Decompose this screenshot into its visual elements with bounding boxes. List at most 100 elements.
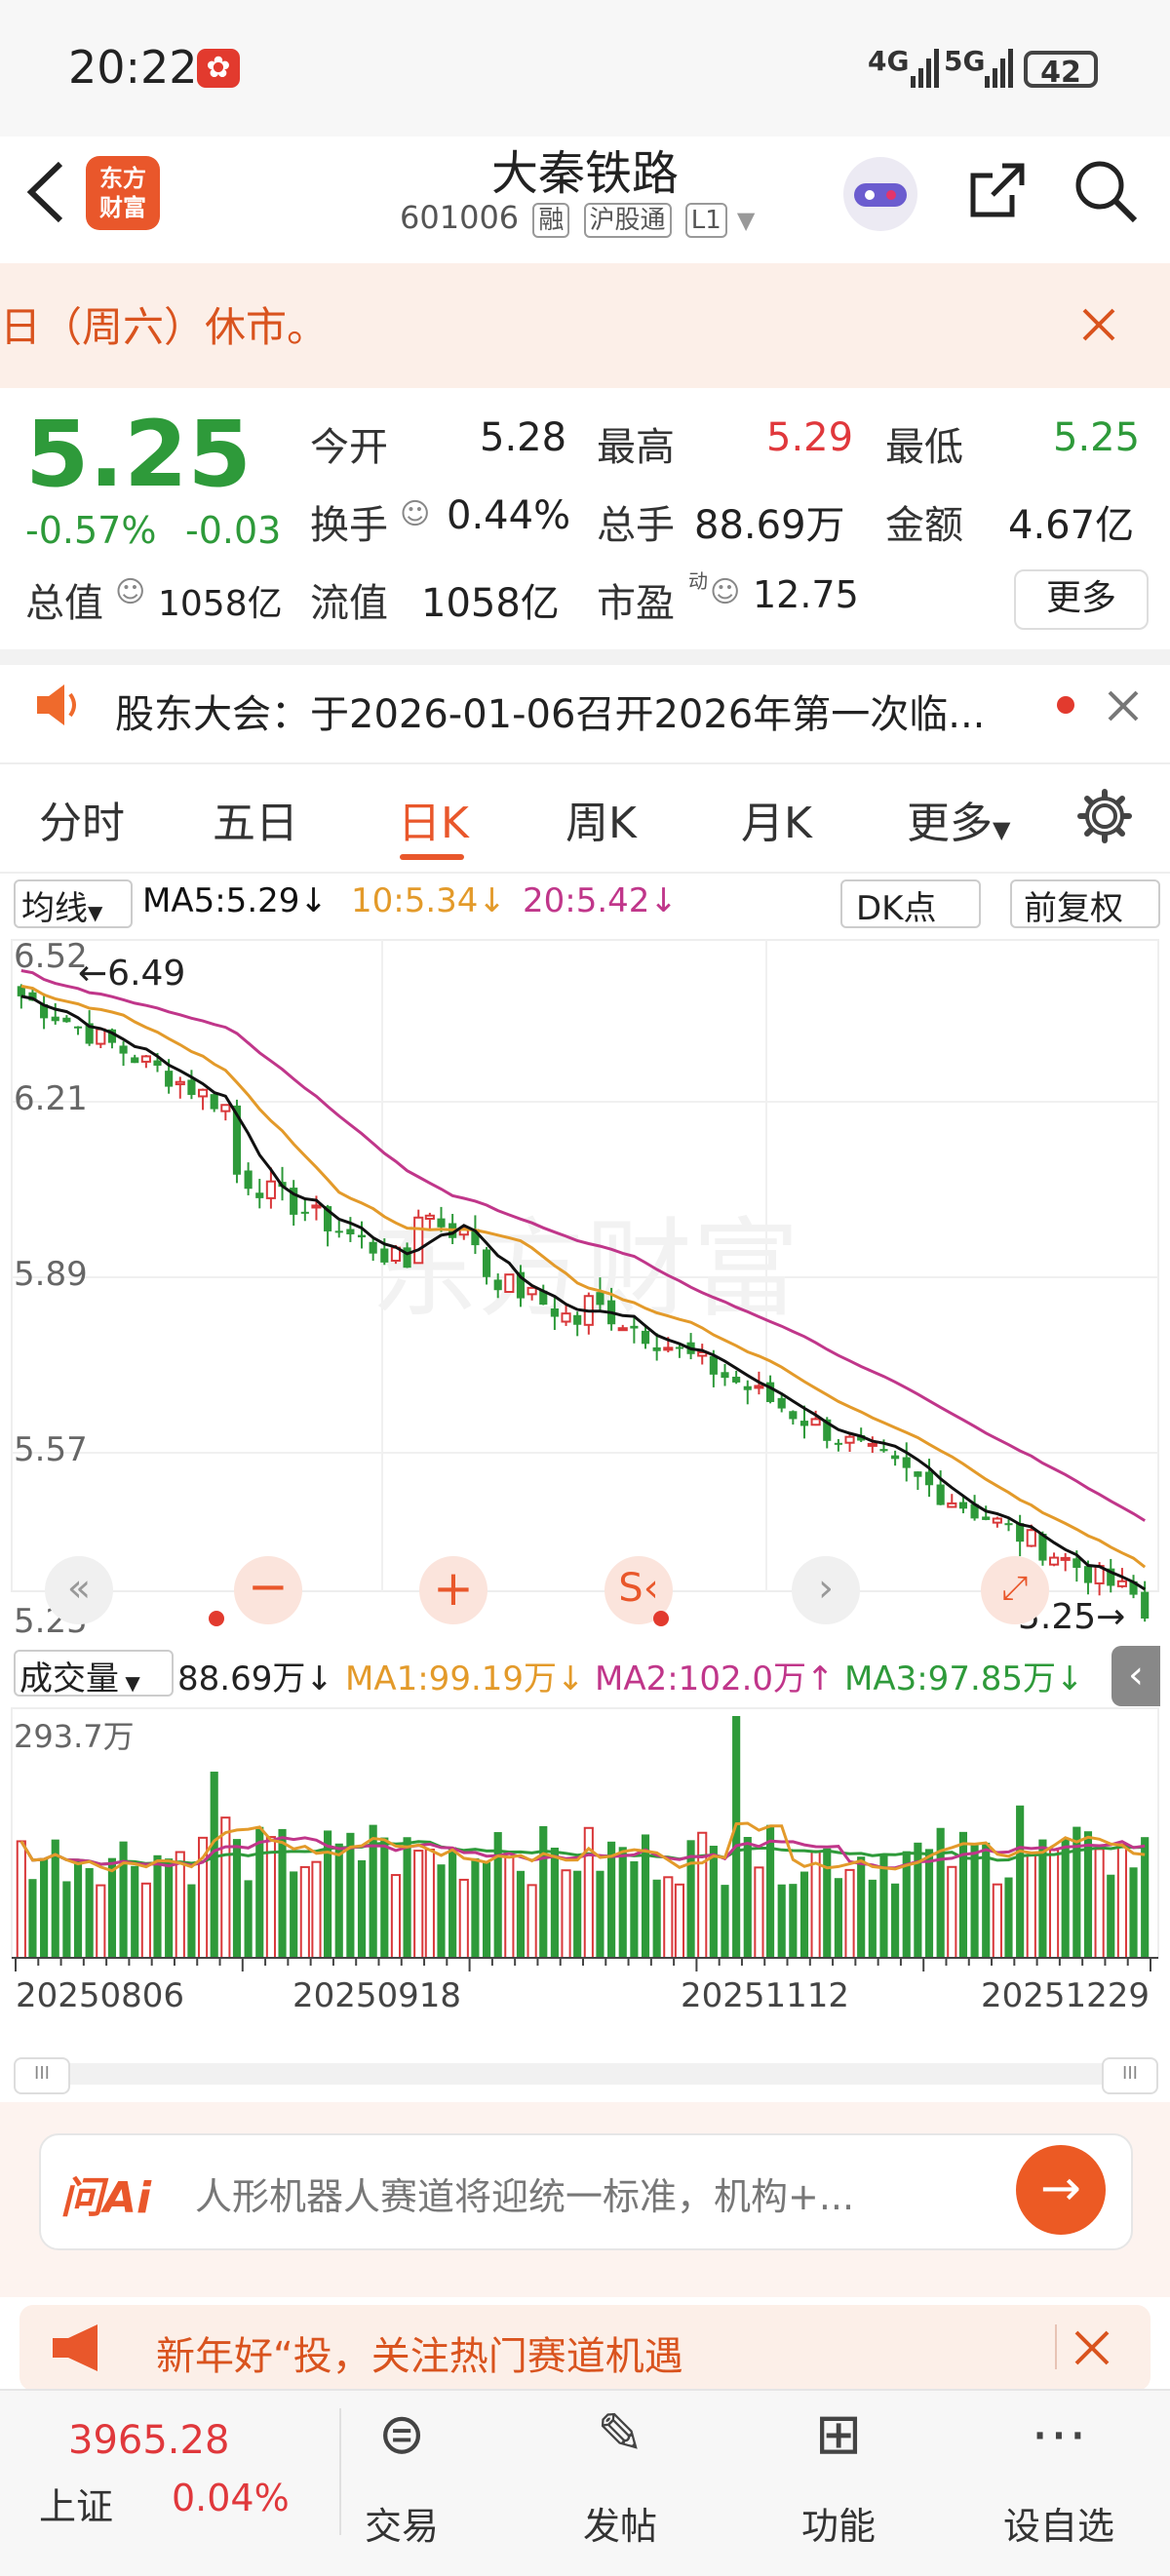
market-cap-info-icon[interactable]: ☺ (115, 575, 145, 609)
volume-bar (96, 1884, 106, 1959)
tab-weekly-k[interactable]: 周K (566, 788, 637, 850)
speaker-icon (37, 684, 76, 725)
nav-trade[interactable]: 交易 (333, 2496, 470, 2550)
apps-icon[interactable]: ⊞ (770, 2400, 907, 2467)
scroll-left-fast-button[interactable]: « (45, 1556, 113, 1624)
change-amount: -0.03 (185, 509, 282, 552)
nav-functions[interactable]: 功能 (770, 2496, 907, 2550)
volume-bar (789, 1884, 798, 1958)
candle-body (334, 1230, 343, 1233)
fullscreen-button[interactable]: ⤢ (981, 1556, 1049, 1624)
volume-bar (131, 1865, 139, 1958)
candle-body (834, 1442, 842, 1445)
promo-text: 新年好“投，关注热门赛道机遇 (156, 2334, 683, 2379)
volume-bar (754, 1866, 764, 1959)
index-value[interactable]: 3965.28 (68, 2418, 229, 2463)
tab-intraday[interactable]: 分时 (39, 788, 125, 850)
tab-five-day[interactable]: 五日 (213, 788, 298, 850)
zoom-out-button[interactable]: − (234, 1556, 302, 1624)
volume-bar (380, 1837, 389, 1958)
turnover-value: 0.44% (447, 493, 571, 538)
search-icon[interactable] (1071, 156, 1141, 226)
tab-more[interactable]: 更多▼ (907, 788, 1010, 850)
candle-body (1026, 1529, 1036, 1547)
candle-body (311, 1204, 322, 1209)
volume-bar (482, 1862, 491, 1958)
candle-body (630, 1325, 639, 1329)
volume-bar (1107, 1874, 1115, 1958)
volume-bar (777, 1884, 786, 1958)
tab-daily-k[interactable]: 日K (398, 788, 469, 850)
volume-bar (232, 1839, 242, 1958)
pe-info-icon[interactable]: ☺ (710, 575, 740, 609)
collapse-panel-icon[interactable]: ‹ (1112, 1646, 1160, 1706)
chart-settings-gear-icon[interactable] (1076, 788, 1133, 844)
share-icon[interactable] (963, 156, 1032, 224)
candle-body (924, 1471, 934, 1486)
volume-bar (618, 1847, 627, 1958)
volume-bar (936, 1827, 945, 1958)
volume-bar (28, 1879, 37, 1958)
scroll-right-button[interactable]: › (792, 1556, 860, 1624)
index-name[interactable]: 上证 (39, 2477, 113, 2530)
nav-post[interactable]: 发帖 (552, 2496, 688, 2550)
vma3-value: MA3:97.85万↓ (844, 1659, 1084, 1698)
range-right-handle[interactable]: III (1102, 2057, 1158, 2094)
volume-bar (437, 1864, 446, 1958)
candle-body (51, 1016, 59, 1022)
volume-bar (550, 1847, 559, 1958)
volume-bar (220, 1816, 231, 1959)
ai-submit-arrow-icon[interactable]: → (1016, 2145, 1106, 2235)
post-icon[interactable]: ✎ (552, 2400, 688, 2467)
promo-divider (1055, 2324, 1057, 2369)
volume-bar (210, 1772, 218, 1958)
last-price: 5.25 (25, 402, 252, 508)
volume-chart[interactable]: 293.7万 20250806 20250918 20251112 202512… (0, 1706, 1170, 2057)
volume-bar (107, 1857, 117, 1958)
volume-bar (357, 1859, 367, 1958)
active-tab-indicator (400, 854, 464, 860)
volume-bar (413, 1850, 424, 1960)
more-quote-button[interactable]: 更多 (1014, 569, 1149, 630)
banner-close-icon[interactable] (1078, 304, 1119, 345)
volume-bar (471, 1857, 480, 1958)
candle-body (573, 1314, 582, 1325)
robot-assistant-icon[interactable] (840, 154, 920, 234)
candle-body (936, 1484, 945, 1505)
candle-body (369, 1241, 377, 1254)
volume-bar (1026, 1854, 1036, 1960)
volume-bar (891, 1883, 900, 1958)
turnover-info-icon[interactable]: ☺ (400, 497, 430, 531)
volume-bar (834, 1878, 842, 1958)
index-percent: 0.04% (172, 2477, 290, 2519)
pe-dynamic-mark: 动 (688, 569, 708, 593)
volume-bar (732, 1716, 741, 1958)
code-dropdown-icon[interactable]: ▼ (737, 207, 755, 234)
ma10-value: 10:5.34↓ (351, 881, 506, 920)
volume-bar (630, 1861, 639, 1958)
range-left-handle[interactable]: III (14, 2057, 70, 2094)
volume-bar (311, 1860, 322, 1959)
zoom-in-button[interactable]: + (419, 1556, 488, 1624)
volume-bar (1061, 1838, 1070, 1958)
candle-body (1083, 1566, 1093, 1583)
candle-body (62, 1017, 71, 1023)
more-icon[interactable]: ⋯ (991, 2400, 1127, 2467)
volume-bar (187, 1884, 196, 1958)
candle-body (210, 1094, 218, 1110)
date-label-1: 20250806 (16, 1976, 184, 2015)
volume-bar (165, 1858, 174, 1958)
volume-bar (1038, 1839, 1047, 1958)
promo-close-icon[interactable] (1072, 2328, 1112, 2367)
announcement-close-icon[interactable] (1106, 688, 1141, 723)
candle-body (96, 1028, 106, 1045)
trade-icon[interactable]: ⊜ (333, 2400, 470, 2467)
volume-bar (265, 1836, 276, 1960)
candle-body (947, 1502, 957, 1508)
tab-monthly-k[interactable]: 月K (741, 788, 812, 850)
ma-selector-label: 均线▼ (21, 889, 103, 928)
candle-body (197, 1088, 209, 1098)
volume-bar (73, 1860, 83, 1958)
range-scrollbar[interactable] (14, 2063, 1156, 2085)
nav-add-watchlist[interactable]: 设自选 (991, 2496, 1127, 2550)
